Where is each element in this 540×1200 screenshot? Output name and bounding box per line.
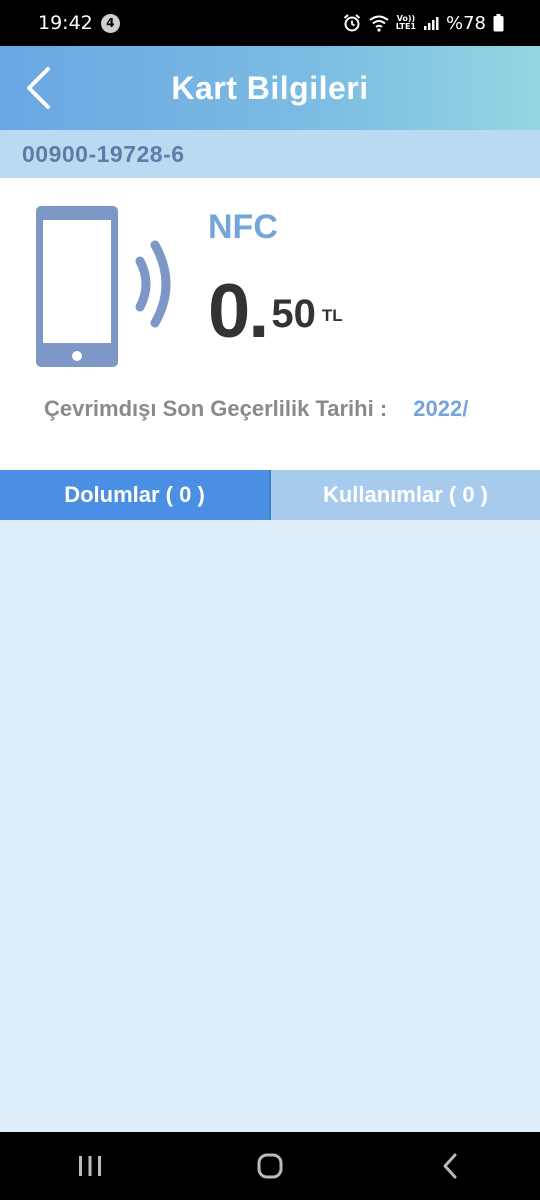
tab-bar: Dolumlar ( 0 ) Kullanımlar ( 0 ) — [0, 470, 540, 520]
system-nav-bar — [0, 1132, 540, 1200]
nav-back-button[interactable] — [420, 1141, 480, 1191]
alarm-icon — [342, 13, 362, 33]
home-icon — [257, 1153, 283, 1179]
status-right: Vo)) LTE1 %78 — [342, 13, 504, 34]
back-icon — [443, 1153, 457, 1179]
status-bar: 19:42 4 Vo)) LTE1 %78 — [0, 0, 540, 46]
signal-icon — [423, 15, 439, 31]
offline-expiry-row: Çevrimdışı Son Geçerlilik Tarihi : 2022/ — [44, 396, 468, 422]
balance-decimal-point: . — [248, 269, 270, 354]
tab-dolumlar[interactable]: Dolumlar ( 0 ) — [0, 470, 271, 520]
lte-label: LTE1 — [395, 22, 416, 31]
balance-decimal: 50 — [271, 292, 316, 336]
back-button[interactable] — [18, 64, 58, 112]
nfc-waves-icon — [135, 240, 171, 328]
status-left: 19:42 4 — [38, 12, 120, 34]
card-info-panel: NFC 0 . 50 TL Çevrimdışı Son Geçerlilik … — [0, 178, 540, 470]
phone-illustration — [34, 204, 184, 374]
recents-icon — [79, 1156, 101, 1176]
offline-expiry-value: 2022/ — [413, 396, 469, 421]
notification-count-badge: 4 — [100, 13, 120, 33]
volte-indicator: Vo)) LTE1 — [396, 15, 416, 31]
home-button[interactable] — [240, 1141, 300, 1191]
card-number: 00900-19728-6 — [22, 140, 185, 167]
card-number-bar: 00900-19728-6 — [0, 130, 540, 178]
page-title: Kart Bilgileri — [171, 69, 369, 106]
transactions-list — [0, 520, 540, 1132]
balance-integer: 0 — [208, 269, 251, 354]
status-time: 19:42 — [38, 12, 93, 34]
balance-currency: TL — [321, 306, 343, 325]
battery-percent: %78 — [445, 12, 486, 34]
phone-icon — [36, 206, 118, 367]
wifi-icon — [369, 14, 389, 32]
tab-kullanimlar[interactable]: Kullanımlar ( 0 ) — [271, 470, 540, 520]
offline-expiry-label: Çevrimdışı Son Geçerlilik Tarihi : — [44, 396, 388, 421]
card-type-label: NFC — [208, 208, 278, 246]
app-header: Kart Bilgileri — [0, 46, 540, 130]
balance-display: 0 . 50 TL — [208, 274, 343, 350]
chevron-left-icon — [27, 67, 50, 109]
recents-button[interactable] — [60, 1141, 120, 1191]
battery-icon — [493, 14, 504, 32]
